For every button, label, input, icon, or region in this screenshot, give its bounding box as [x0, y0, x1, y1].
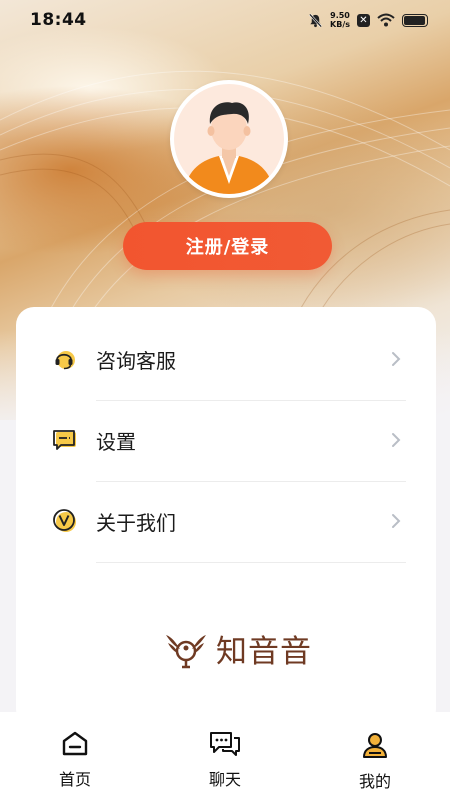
menu-item-settings[interactable]: 设置	[16, 400, 436, 480]
menu-divider	[96, 562, 406, 563]
v-badge-icon	[52, 508, 78, 534]
settings-chat-icon	[52, 427, 78, 453]
status-icons: 9.50 KB/s ✕	[308, 11, 428, 29]
brand-logo-text: 知音音	[216, 634, 312, 670]
tab-label-mine: 我的	[358, 772, 391, 791]
menu-item-about-us[interactable]: 关于我们	[16, 481, 436, 561]
register-login-button[interactable]: 注册/登录	[123, 222, 332, 270]
menu-card: 咨询客服 设置 关于我们 知音音	[16, 307, 436, 727]
status-bar: 18:44 9.50 KB/s ✕	[0, 0, 450, 40]
battery-level	[404, 15, 425, 25]
bird-logo-icon	[166, 634, 206, 668]
avatar[interactable]	[170, 80, 288, 198]
tab-label-chat: 聊天	[208, 770, 241, 789]
x-app-icon: ✕	[357, 13, 370, 27]
status-time: 18:44	[30, 10, 87, 30]
default-avatar-icon	[184, 102, 274, 194]
chevron-right-icon	[392, 352, 401, 366]
tab-mine[interactable]: 我的	[300, 712, 450, 800]
battery-icon	[402, 13, 428, 27]
network-speed: 9.50 KB/s	[330, 11, 350, 29]
tab-chat[interactable]: 聊天	[150, 712, 300, 800]
menu-item-customer-service[interactable]: 咨询客服	[16, 319, 436, 399]
profile-icon	[363, 733, 387, 758]
bell-muted-icon	[309, 13, 323, 27]
chevron-right-icon	[392, 514, 401, 528]
headset-icon	[52, 346, 78, 372]
net-speed-unit: KB/s	[330, 20, 350, 29]
brand-logo: 知音音	[164, 626, 312, 671]
tab-label-home: 首页	[58, 770, 91, 789]
chevron-right-icon	[392, 433, 401, 447]
home-icon	[62, 731, 88, 756]
chat-icon	[210, 732, 240, 756]
wifi-icon	[377, 13, 395, 27]
menu-label-settings: 设置	[96, 429, 136, 454]
menu-label-about-us: 关于我们	[96, 510, 176, 535]
tab-home[interactable]: 首页	[0, 712, 150, 800]
net-speed-value: 9.50	[330, 11, 350, 20]
bottom-tab-bar: 首页 聊天 我的	[0, 712, 450, 800]
menu-label-customer-service: 咨询客服	[96, 348, 176, 373]
